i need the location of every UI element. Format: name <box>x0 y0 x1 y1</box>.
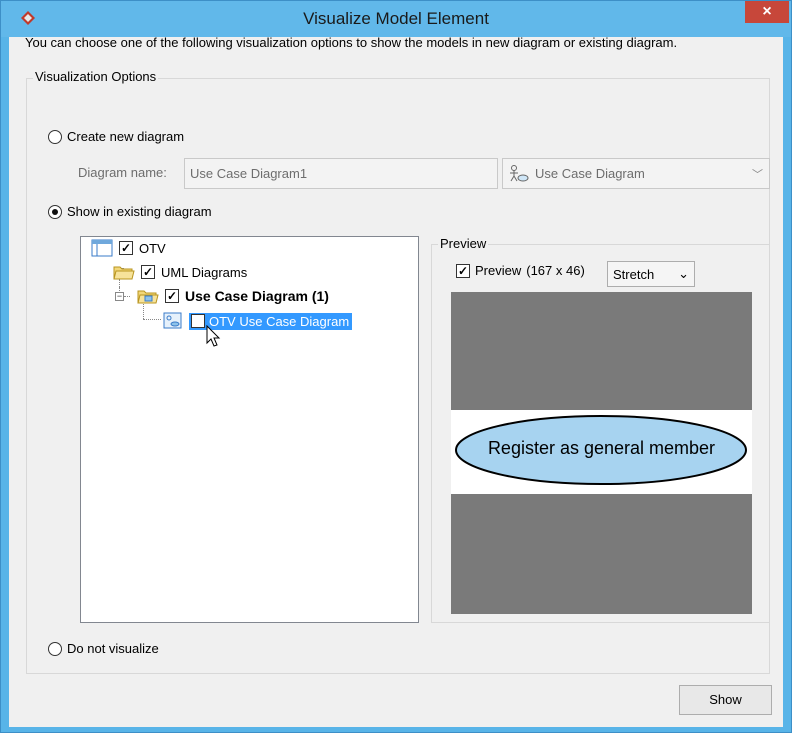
show-existing-diagram-radio[interactable] <box>48 204 62 219</box>
intro-text: You can choose one of the following visu… <box>25 35 678 50</box>
diagram-tree[interactable]: − − OTV UML Diagrams <box>80 236 419 623</box>
create-new-diagram-option[interactable]: Create new diagram <box>48 129 184 144</box>
diagram-name-field[interactable]: Use Case Diagram1 <box>184 158 498 189</box>
show-button[interactable]: Show <box>679 685 772 715</box>
use-case-diagram-folder-checkbox[interactable] <box>165 289 179 303</box>
preview-checkbox[interactable] <box>456 263 470 278</box>
diagram-type-value: Use Case Diagram <box>535 166 645 181</box>
use-case-diagram-icon <box>510 164 529 181</box>
do-not-visualize-option[interactable]: Do not visualize <box>48 641 159 656</box>
diagram-folder-icon <box>137 290 159 304</box>
show-existing-diagram-option[interactable]: Show in existing diagram <box>48 204 212 219</box>
preview-toggle[interactable]: Preview (167 x 46) <box>456 263 585 278</box>
use-case-label: Register as general member <box>487 438 716 458</box>
preview-checkbox-label: Preview <box>475 263 522 278</box>
show-existing-diagram-label: Show in existing diagram <box>67 204 212 219</box>
tree-connector <box>124 296 130 297</box>
do-not-visualize-radio[interactable] <box>48 641 62 656</box>
otv-use-case-diagram-checkbox[interactable] <box>191 314 205 328</box>
uml-diagrams-checkbox[interactable] <box>141 265 155 279</box>
diagram-name-label: Diagram name: <box>78 165 167 180</box>
create-new-diagram-label: Create new diagram <box>67 129 185 144</box>
preview-legend: Preview <box>438 236 489 251</box>
tree-item-otv[interactable]: OTV <box>91 237 166 259</box>
scale-mode-value: Stretch <box>613 266 655 282</box>
do-not-visualize-label: Do not visualize <box>67 641 159 656</box>
preview-diagram-area: Register as general member <box>451 410 752 494</box>
diagram-type-select[interactable]: Use Case Diagram ﹀ <box>502 158 770 189</box>
create-new-diagram-radio[interactable] <box>48 129 62 144</box>
tree-label: UML Diagrams <box>161 264 248 280</box>
title-bar[interactable]: Visualize Model Element × <box>1 1 791 37</box>
otv-checkbox[interactable] <box>119 241 133 255</box>
mouse-cursor-icon <box>206 325 221 347</box>
tree-label: OTV Use Case Diagram <box>209 313 350 329</box>
tree-label: OTV <box>139 240 166 256</box>
scale-mode-select[interactable]: Stretch ⌄ <box>607 261 695 287</box>
collapse-icon[interactable]: − <box>115 292 124 301</box>
window-title: Visualize Model Element <box>303 9 489 28</box>
diagram-icon <box>163 312 182 329</box>
chevron-down-icon: ﹀ <box>752 168 763 181</box>
tree-connector <box>143 319 161 320</box>
project-icon <box>91 239 113 257</box>
tree-item-uml-diagrams[interactable]: UML Diagrams <box>113 261 247 283</box>
chevron-down-icon: ⌄ <box>678 266 689 281</box>
tree-item-use-case-diagram-folder[interactable]: Use Case Diagram (1) <box>137 285 329 307</box>
close-button[interactable]: × <box>745 1 789 23</box>
visualization-options-legend: Visualization Options <box>33 69 159 84</box>
tree-item-otv-use-case-diagram[interactable]: OTV Use Case Diagram <box>163 310 353 332</box>
tree-label: Use Case Diagram (1) <box>185 288 329 304</box>
preview-size: (167 x 46) <box>526 263 585 278</box>
folder-icon <box>113 266 135 280</box>
dialog-window: Visualize Model Element × You can choose… <box>0 0 792 733</box>
